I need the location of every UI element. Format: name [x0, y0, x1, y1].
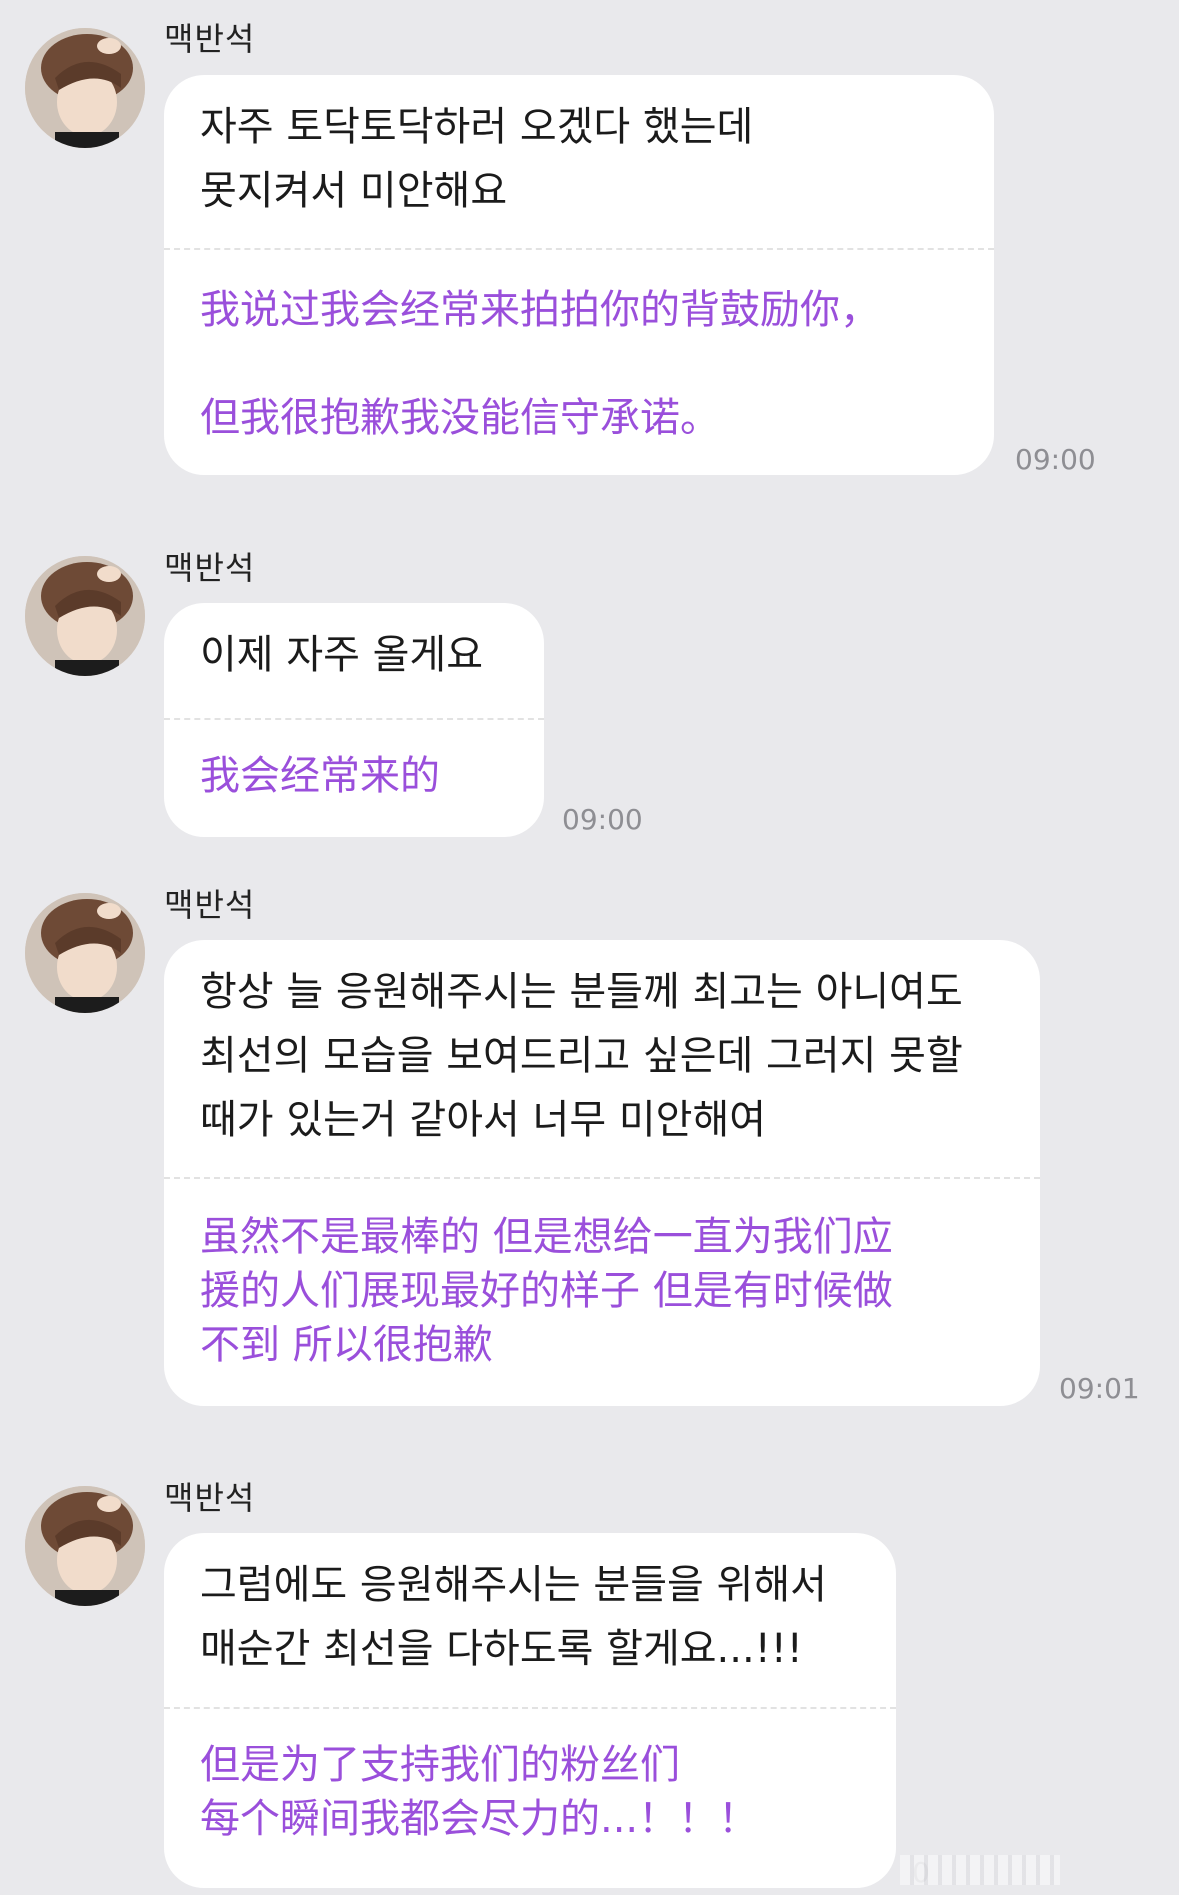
translation-divider — [164, 718, 544, 720]
avatar[interactable] — [25, 893, 145, 1013]
avatar[interactable] — [25, 556, 145, 676]
message-korean-text: 그럼에도 응원해주시는 분들을 위해서 매순간 최선을 다하도록 할게요...!… — [200, 1562, 827, 1672]
message-time: 09:01 — [1059, 1372, 1140, 1405]
message-bubble[interactable]: 항상 늘 응원해주시는 분들께 최고는 아니여도 최선의 모습을 보여드리고 싶… — [164, 940, 1040, 1406]
profile-photo-icon — [25, 1486, 145, 1606]
profile-photo-icon — [25, 28, 145, 148]
sender-name: 맥반석 — [164, 886, 256, 924]
message-time: 09:00 — [562, 803, 643, 836]
translation-divider — [164, 1177, 1040, 1179]
message-korean-text: 이제 자주 올게요 — [200, 632, 484, 678]
sender-name: 맥반석 — [164, 1479, 256, 1517]
profile-photo-icon — [25, 556, 145, 676]
message-translation-text: 虽然不是最棒的 但是想给一直为我们应 援的人们展现最好的样子 但是有时候做 不到… — [200, 1214, 893, 1368]
message-bubble[interactable]: 이제 자주 올게요 我会经常来的 — [164, 603, 544, 837]
avatar[interactable] — [25, 28, 145, 148]
message-translation-text: 我会经常来的 — [200, 753, 440, 799]
watermark-overlay — [900, 1855, 1060, 1885]
translation-divider — [164, 1707, 896, 1709]
message-korean-text: 자주 토닥토닥하러 오겠다 했는데 못지켜서 미안해요 — [200, 104, 754, 214]
sender-name: 맥반석 — [164, 20, 256, 58]
translation-divider — [164, 248, 994, 250]
sender-name: 맥반석 — [164, 549, 256, 587]
message-korean-text: 항상 늘 응원해주시는 분들께 최고는 아니여도 최선의 모습을 보여드리고 싶… — [200, 969, 963, 1143]
message-translation-text: 我说过我会经常来拍拍你的背鼓励你， 但我很抱歉我没能信守承诺。 — [200, 287, 880, 441]
avatar[interactable] — [25, 1486, 145, 1606]
profile-photo-icon — [25, 893, 145, 1013]
message-bubble[interactable]: 그럼에도 응원해주시는 분들을 위해서 매순간 최선을 다하도록 할게요...!… — [164, 1533, 896, 1888]
message-bubble[interactable]: 자주 토닥토닥하러 오겠다 했는데 못지켜서 미안해요 我说过我会经常来拍拍你的… — [164, 75, 994, 475]
message-translation-text: 但是为了支持我们的粉丝们 每个瞬间我都会尽力的...！！！ — [200, 1742, 759, 1842]
message-time: 09:00 — [1015, 443, 1096, 476]
